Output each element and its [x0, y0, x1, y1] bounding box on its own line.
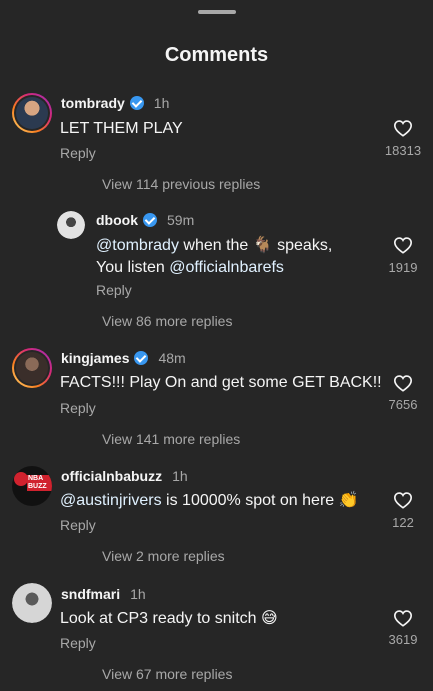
mention-link[interactable]: @tombrady — [96, 237, 179, 254]
reply-button[interactable]: Reply — [60, 635, 96, 651]
avatar[interactable] — [12, 583, 52, 623]
username-text[interactable]: officialnbabuzz — [61, 468, 162, 484]
reply-button[interactable]: Reply — [96, 282, 132, 298]
heart-icon[interactable] — [393, 491, 413, 509]
username-text[interactable]: sndfmari — [61, 586, 120, 602]
mention-link[interactable]: @austinjrivers — [60, 492, 162, 509]
view-replies-button[interactable]: View 114 previous replies — [102, 176, 260, 192]
timestamp: 59m — [167, 212, 195, 228]
page-title: Comments — [164, 44, 269, 66]
like-count: 122 — [392, 515, 414, 530]
verified-badge-icon — [129, 96, 144, 110]
like-count: 7656 — [388, 397, 418, 412]
avatar[interactable] — [12, 93, 52, 133]
timestamp: 1h — [130, 586, 146, 602]
like-count: 1919 — [388, 260, 418, 275]
comment-text: LET THEM PLAY — [60, 120, 183, 137]
heart-icon[interactable] — [393, 609, 413, 627]
text-span: speaks, — [272, 237, 333, 254]
logo-text: NBA BUZZ — [27, 475, 52, 491]
username[interactable]: sndfmari 1h — [61, 586, 146, 602]
view-replies-button[interactable]: View 86 more replies — [102, 313, 232, 329]
reply-button[interactable]: Reply — [60, 400, 96, 416]
timestamp: 1h — [172, 468, 188, 484]
username[interactable]: tombrady 1h — [61, 95, 169, 111]
timestamp: 48m — [158, 350, 186, 366]
like-count: 3619 — [388, 632, 418, 647]
sheet-grabber[interactable] — [198, 10, 236, 14]
heart-icon[interactable] — [393, 236, 413, 254]
comment-text: @austinjrivers is 10000% spot on here 👏 — [60, 490, 359, 512]
comment-text: Look at CP3 ready to snitch 😅 — [60, 608, 278, 630]
username-text[interactable]: dbook — [96, 212, 138, 228]
verified-badge-icon — [143, 213, 157, 227]
view-replies-button[interactable]: View 141 more replies — [102, 431, 240, 447]
username[interactable]: officialnbabuzz 1h — [61, 468, 188, 484]
text-span: Look at CP3 ready to snitch — [60, 610, 261, 627]
comment-text: @tombrady when the 🐐 speaks, You listen @… — [96, 235, 376, 279]
text-span: is 10000% spot on here — [161, 492, 339, 509]
verified-badge-icon — [134, 351, 149, 365]
mention-link[interactable]: @officialnbarefs — [169, 259, 284, 276]
username-text[interactable]: kingjames — [61, 350, 129, 366]
username-text[interactable]: tombrady — [61, 95, 125, 111]
like-count: 18313 — [384, 143, 422, 158]
avatar[interactable]: NBA BUZZ — [12, 466, 52, 506]
view-replies-button[interactable]: View 67 more replies — [102, 666, 232, 682]
goat-emoji: 🐐 — [252, 237, 273, 254]
basketball-icon — [14, 472, 28, 486]
reply-button[interactable]: Reply — [60, 517, 96, 533]
view-replies-button[interactable]: View 2 more replies — [102, 548, 225, 564]
heart-icon[interactable] — [393, 119, 413, 137]
avatar[interactable] — [57, 211, 85, 239]
text-span: You listen — [96, 259, 170, 276]
heart-icon[interactable] — [393, 374, 413, 392]
text-span: when the — [178, 237, 253, 254]
reply-button[interactable]: Reply — [60, 145, 96, 161]
username[interactable]: dbook 59m — [96, 212, 194, 228]
timestamp: 1h — [153, 95, 170, 111]
avatar[interactable] — [12, 348, 52, 388]
comment-text: FACTS!!! Play On and get some GET BACK!! — [60, 374, 382, 391]
sweat-smile-emoji: 😅 — [261, 610, 278, 627]
clap-emoji: 👏 — [338, 492, 359, 509]
username[interactable]: kingjames 48m — [61, 350, 186, 366]
